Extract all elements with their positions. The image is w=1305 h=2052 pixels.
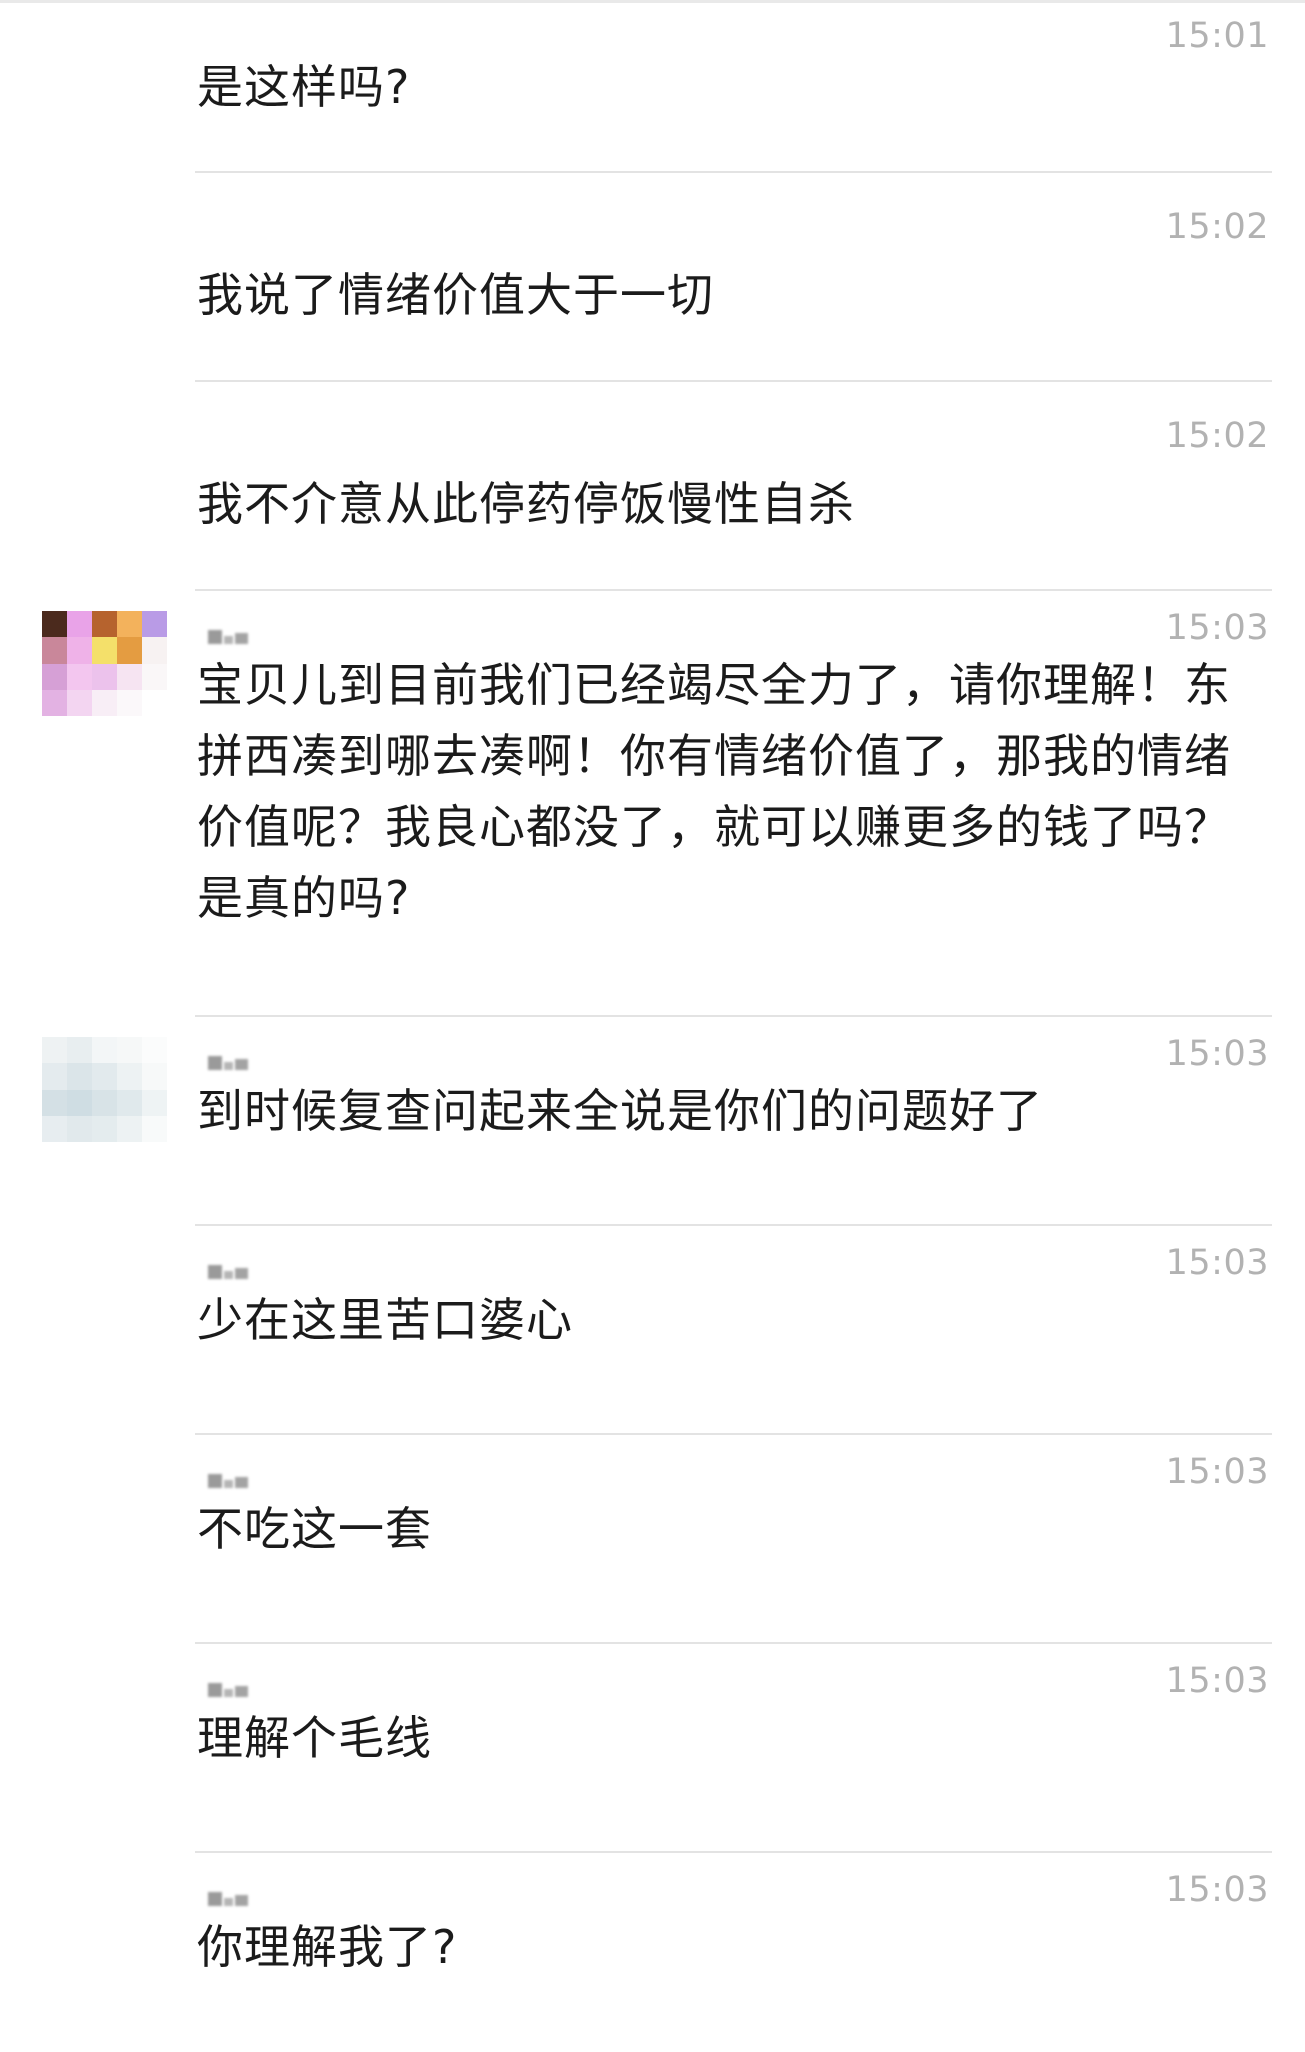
message-item-9[interactable]: 15:03 你理解我了? (0, 1852, 1305, 2052)
sender-name-redacted (208, 1048, 248, 1070)
sender-name-redacted (208, 1466, 248, 1488)
avatar-pixel (117, 1037, 142, 1064)
avatar-pixel (92, 663, 117, 690)
sender-name-redacted (208, 1257, 248, 1279)
avatar-pixel (142, 611, 167, 638)
message-time: 15:02 (1165, 207, 1269, 247)
avatar-pixel (142, 689, 167, 716)
avatar-pixel (67, 1115, 92, 1142)
avatar-pixel (92, 611, 117, 638)
message-time: 15:03 (1165, 1452, 1269, 1492)
message-item-5[interactable]: 15:03 到时候复查问起来全说是你们的问题好了 (0, 1016, 1305, 1226)
avatar-pixel (142, 1115, 167, 1142)
avatar-pixel (117, 1115, 142, 1142)
message-time: 15:03 (1165, 1870, 1269, 1910)
message-text[interactable]: 少在这里苦口婆心 (197, 1285, 1269, 1356)
avatar-pixel (92, 1115, 117, 1142)
message-text[interactable]: 不吃这一套 (197, 1494, 1269, 1565)
avatar-pixel (42, 1063, 67, 1090)
avatar-pixel (67, 663, 92, 690)
avatar-pixel (117, 663, 142, 690)
message-item-3[interactable]: 15:02 我不介意从此停药停饭慢性自杀 (0, 381, 1305, 591)
message-item-8[interactable]: 15:03 理解个毛线 (0, 1643, 1305, 1853)
avatar-pixel (117, 637, 142, 664)
avatar-pixel (142, 1089, 167, 1116)
message-item-2[interactable]: 15:02 我说了情绪价值大于一切 (0, 172, 1305, 382)
avatar-pixel (142, 1063, 167, 1090)
message-text[interactable]: 宝贝儿到目前我们已经竭尽全力了，请你理解！东拼西凑到哪去凑啊！你有情绪价值了，那… (197, 650, 1269, 934)
message-text[interactable]: 我说了情绪价值大于一切 (197, 260, 1269, 331)
message-time: 15:03 (1165, 1661, 1269, 1701)
avatar-pixel (67, 637, 92, 664)
message-text[interactable]: 我不介意从此停药停饭慢性自杀 (197, 469, 1269, 540)
avatar-pixel (92, 637, 117, 664)
message-time: 15:02 (1165, 416, 1269, 456)
avatar-pixel (42, 1037, 67, 1064)
message-text[interactable]: 你理解我了? (197, 1912, 1269, 1983)
avatar-pixel (42, 1089, 67, 1116)
sender-name-redacted (208, 622, 248, 644)
avatar-pixel (117, 611, 142, 638)
message-item-4[interactable]: 15:03 宝贝儿到目前我们已经竭尽全力了，请你理解！东拼西凑到哪去凑啊！你有情… (0, 590, 1305, 1017)
sender-avatar[interactable] (42, 611, 167, 716)
message-time: 15:01 (1165, 16, 1269, 56)
avatar-pixel (42, 689, 67, 716)
message-item-7[interactable]: 15:03 不吃这一套 (0, 1434, 1305, 1644)
avatar-pixel (67, 611, 92, 638)
sender-avatar[interactable] (42, 1037, 167, 1142)
avatar-pixel (92, 689, 117, 716)
avatar-pixel (67, 1089, 92, 1116)
message-text[interactable]: 理解个毛线 (197, 1703, 1269, 1774)
message-item-6[interactable]: 15:03 少在这里苦口婆心 (0, 1225, 1305, 1435)
avatar-pixel (67, 1037, 92, 1064)
message-time: 15:03 (1165, 1034, 1269, 1074)
message-time: 15:03 (1165, 608, 1269, 648)
avatar-pixel (142, 637, 167, 664)
sender-name-redacted (208, 1884, 248, 1906)
avatar-pixel (142, 663, 167, 690)
avatar-pixel (42, 637, 67, 664)
message-item-1[interactable]: 15:01 是这样吗? (0, 0, 1305, 173)
avatar-pixel (142, 1037, 167, 1064)
message-text[interactable]: 到时候复查问起来全说是你们的问题好了 (197, 1076, 1269, 1147)
avatar-pixel (117, 1063, 142, 1090)
sender-name-redacted (208, 1675, 248, 1697)
avatar-pixel (67, 689, 92, 716)
message-text[interactable]: 是这样吗? (197, 52, 1269, 123)
avatar-pixel (42, 611, 67, 638)
avatar-pixel (92, 1063, 117, 1090)
avatar-pixel (42, 1115, 67, 1142)
avatar-pixel (67, 1063, 92, 1090)
avatar-pixel (117, 1089, 142, 1116)
avatar-pixel (117, 689, 142, 716)
avatar-pixel (92, 1089, 117, 1116)
avatar-pixel (42, 663, 67, 690)
message-time: 15:03 (1165, 1243, 1269, 1283)
avatar-pixel (92, 1037, 117, 1064)
